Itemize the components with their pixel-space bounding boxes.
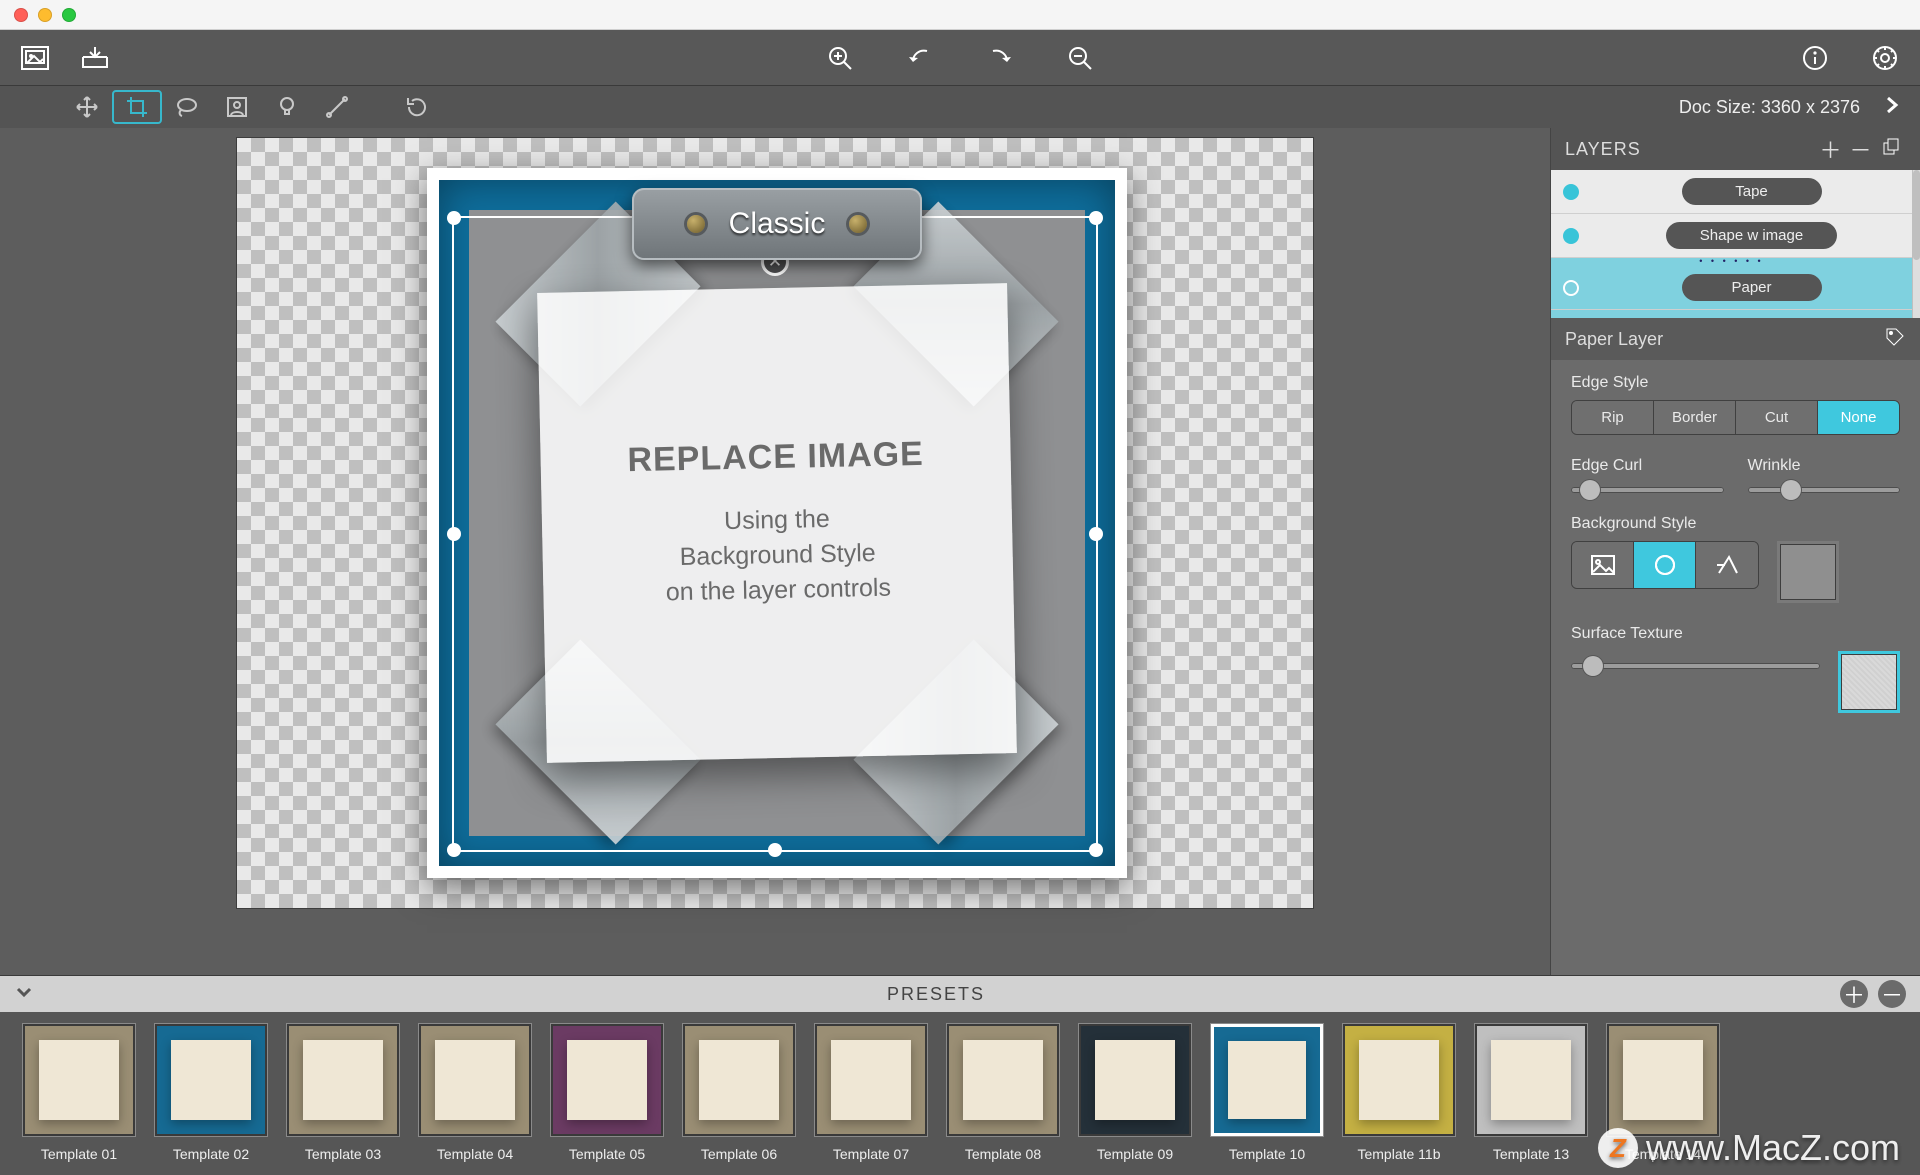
preset-item[interactable]: Template 03 bbox=[284, 1024, 402, 1162]
layer-row[interactable]: Paper bbox=[1551, 266, 1912, 310]
placeholder-heading: REPLACE IMAGE bbox=[627, 435, 924, 480]
bg-style-shape-icon[interactable] bbox=[1696, 542, 1758, 588]
preset-item[interactable]: Template 04 bbox=[416, 1024, 534, 1162]
layer-row[interactable]: Shape w image bbox=[1551, 214, 1912, 258]
tool-strip: Doc Size: 3360 x 2376 bbox=[0, 86, 1920, 128]
layer-insert-indicator: • • • • • • bbox=[1551, 258, 1912, 266]
visibility-dot-icon[interactable] bbox=[1563, 228, 1579, 244]
layer-name: Shape w image bbox=[1666, 222, 1837, 249]
rivet-icon bbox=[849, 215, 867, 233]
watermark-logo-icon: Z bbox=[1598, 1128, 1638, 1168]
inspector-title: Paper Layer bbox=[1565, 329, 1663, 350]
export-tray-icon[interactable] bbox=[80, 43, 110, 73]
preset-item[interactable]: Template 06 bbox=[680, 1024, 798, 1162]
preset-item[interactable]: Template 08 bbox=[944, 1024, 1062, 1162]
zoom-out-icon[interactable] bbox=[1065, 43, 1095, 73]
preset-item[interactable]: Template 07 bbox=[812, 1024, 930, 1162]
background-style-segmented[interactable] bbox=[1571, 541, 1759, 589]
duplicate-layer-icon[interactable] bbox=[1876, 136, 1906, 162]
background-color-swatch[interactable] bbox=[1777, 541, 1839, 603]
placeholder-body: Using the Background Style on the layer … bbox=[664, 501, 891, 611]
window-titlebar bbox=[0, 0, 1920, 30]
remove-layer-icon[interactable]: － bbox=[1846, 133, 1876, 165]
redo-icon[interactable] bbox=[985, 43, 1015, 73]
add-layer-icon[interactable]: ＋ bbox=[1816, 133, 1846, 165]
line-tool[interactable] bbox=[312, 90, 362, 124]
next-page-icon[interactable] bbox=[1874, 96, 1910, 119]
edge-style-label: Edge Style bbox=[1571, 374, 1900, 392]
visibility-dot-icon[interactable] bbox=[1563, 184, 1579, 200]
watermark: Z www.MacZ.com bbox=[1598, 1127, 1900, 1169]
bg-style-color-icon[interactable] bbox=[1634, 542, 1696, 588]
surface-texture-label: Surface Texture bbox=[1571, 625, 1900, 643]
background-style-label: Background Style bbox=[1571, 515, 1900, 533]
edge-style-rip[interactable]: Rip bbox=[1572, 401, 1654, 434]
paper-layer[interactable]: REPLACE IMAGE Using the Background Style… bbox=[537, 283, 1017, 763]
layer-name: Tape bbox=[1682, 178, 1822, 205]
zoom-in-icon[interactable] bbox=[825, 43, 855, 73]
layer-insert-indicator bbox=[1551, 310, 1912, 318]
lasso-tool[interactable] bbox=[162, 90, 212, 124]
move-tool[interactable] bbox=[62, 90, 112, 124]
layers-scrollbar[interactable] bbox=[1912, 170, 1920, 318]
portrait-tool[interactable] bbox=[212, 90, 262, 124]
presets-collapse-icon[interactable] bbox=[14, 982, 42, 1007]
title-plate: Classic bbox=[632, 188, 922, 260]
layers-title: LAYERS bbox=[1565, 139, 1641, 160]
window-zoom-button[interactable] bbox=[62, 8, 76, 22]
plate-label: Classic bbox=[729, 207, 826, 241]
edge-style-segmented[interactable]: Rip Border Cut None bbox=[1571, 400, 1900, 435]
preset-item[interactable]: Template 01 bbox=[20, 1024, 138, 1162]
document-size-label: Doc Size: 3360 x 2376 bbox=[1679, 97, 1874, 118]
wrinkle-slider[interactable] bbox=[1748, 487, 1901, 493]
layer-inspector-header: Paper Layer bbox=[1551, 318, 1920, 360]
remove-preset-icon[interactable]: － bbox=[1878, 980, 1906, 1008]
layer-properties: Edge Style Rip Border Cut None Edge Curl… bbox=[1551, 360, 1920, 749]
undo-icon[interactable] bbox=[905, 43, 935, 73]
surface-texture-swatch[interactable] bbox=[1838, 651, 1900, 713]
window-minimize-button[interactable] bbox=[38, 8, 52, 22]
edge-style-cut[interactable]: Cut bbox=[1736, 401, 1818, 434]
info-icon[interactable] bbox=[1800, 43, 1830, 73]
rivet-icon bbox=[687, 215, 705, 233]
light-tool[interactable] bbox=[262, 90, 312, 124]
window-close-button[interactable] bbox=[14, 8, 28, 22]
layer-name: Paper bbox=[1682, 274, 1822, 301]
import-image-icon[interactable] bbox=[20, 43, 50, 73]
canvas-area[interactable]: Classic REPLACE IMAGE Using the Backgrou… bbox=[0, 128, 1550, 975]
layers-header: LAYERS ＋ － bbox=[1551, 128, 1920, 170]
layers-list: Tape Shape w image • • • • • • Paper bbox=[1551, 170, 1912, 318]
preset-item[interactable]: Template 02 bbox=[152, 1024, 270, 1162]
rotate-tool[interactable] bbox=[392, 90, 442, 124]
preset-item[interactable]: Template 10 bbox=[1208, 1024, 1326, 1162]
edge-style-border[interactable]: Border bbox=[1654, 401, 1736, 434]
canvas[interactable]: Classic REPLACE IMAGE Using the Backgrou… bbox=[237, 138, 1313, 908]
preset-item[interactable]: Template 11b bbox=[1340, 1024, 1458, 1162]
surface-texture-slider[interactable] bbox=[1571, 663, 1820, 669]
add-preset-icon[interactable]: ＋ bbox=[1840, 980, 1868, 1008]
edge-style-none[interactable]: None bbox=[1818, 401, 1899, 434]
bg-style-image-icon[interactable] bbox=[1572, 542, 1634, 588]
edge-curl-label: Edge Curl bbox=[1571, 457, 1724, 475]
wrinkle-label: Wrinkle bbox=[1748, 457, 1901, 475]
settings-gear-icon[interactable] bbox=[1870, 43, 1900, 73]
edge-curl-slider[interactable] bbox=[1571, 487, 1724, 493]
layer-row[interactable]: Tape bbox=[1551, 170, 1912, 214]
preset-item[interactable]: Template 13 bbox=[1472, 1024, 1590, 1162]
crop-tool[interactable] bbox=[112, 90, 162, 124]
presets-title: PRESETS bbox=[42, 984, 1830, 1005]
app-toolbar bbox=[0, 30, 1920, 86]
layer-tag-icon[interactable] bbox=[1884, 326, 1906, 353]
preset-item[interactable]: Template 09 bbox=[1076, 1024, 1194, 1162]
watermark-text: www.MacZ.com bbox=[1646, 1127, 1900, 1169]
visibility-dot-icon[interactable] bbox=[1563, 280, 1579, 296]
right-panel: LAYERS ＋ － Tape Shape w image • • • • • … bbox=[1550, 128, 1920, 975]
preset-item[interactable]: Template 05 bbox=[548, 1024, 666, 1162]
